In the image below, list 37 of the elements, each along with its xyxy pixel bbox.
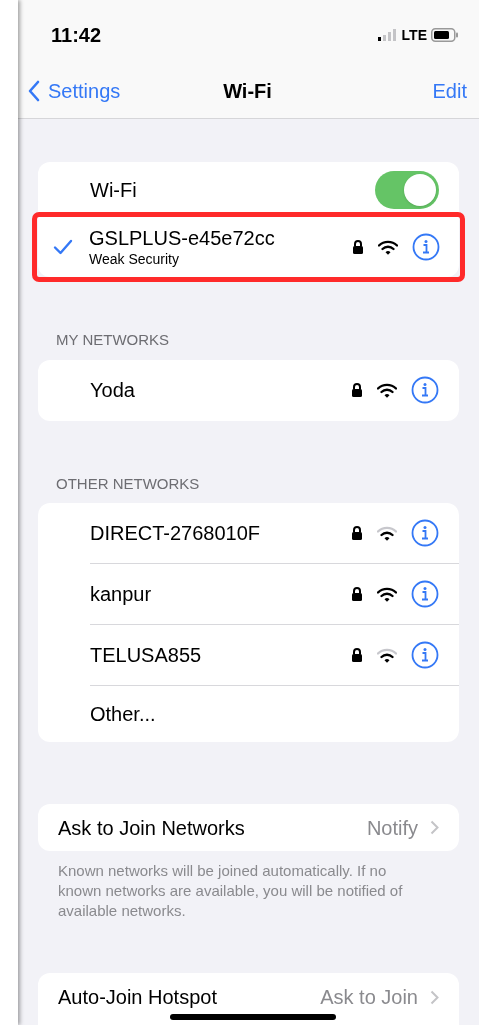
lock-icon: [351, 382, 363, 398]
wifi-toggle[interactable]: [375, 170, 439, 209]
battery-icon: [431, 28, 459, 42]
network-name: GSLPLUS-e45e72cc: [89, 226, 276, 250]
info-icon[interactable]: [412, 233, 440, 261]
status-time: 11:42: [51, 23, 103, 48]
setting-value: Ask to Join: [320, 985, 418, 1011]
info-icon[interactable]: [411, 641, 439, 669]
setting-label[interactable]: Ask to Join Networks: [58, 812, 367, 843]
network-name[interactable]: kanpur: [90, 579, 337, 609]
network-name[interactable]: TELUSA855: [90, 640, 337, 670]
setting-value: Notify: [366, 815, 418, 841]
section-header: MY NETWORKS: [56, 330, 171, 350]
back-chevron-icon: [28, 80, 40, 102]
info-icon[interactable]: [411, 580, 439, 608]
checkmark-icon: [53, 239, 73, 255]
wifi-label: Wi-Fi: [90, 177, 138, 203]
lock-icon: [351, 525, 363, 541]
chevron-icon: [430, 989, 439, 1005]
cellular-signal-icon: [377, 29, 398, 41]
other-network-item[interactable]: Other...: [90, 699, 156, 729]
chevron-icon: [430, 820, 439, 836]
security-warning: Weak Security: [89, 250, 180, 268]
lock-icon: [352, 239, 364, 255]
footnote-text: Known networks will be joined automatically. If no known networks are available, you will be notified of available networks.: [58, 861, 404, 922]
back-button[interactable]: Settings: [28, 76, 168, 106]
carrier-label: LTE: [401, 25, 427, 45]
lock-icon: [351, 647, 363, 663]
edit-button[interactable]: Edit: [327, 76, 467, 106]
setting-label[interactable]: Auto-Join Hotspot: [58, 982, 321, 1013]
connected-network-row[interactable]: GSLPLUS-e45e72cc Weak Security: [37, 217, 460, 277]
network-name[interactable]: DIRECT-2768010F: [90, 518, 337, 548]
info-icon[interactable]: [411, 519, 439, 547]
info-icon[interactable]: [411, 376, 439, 404]
lock-icon: [351, 586, 363, 602]
page-title: Wi-Fi: [222, 79, 273, 104]
section-header: OTHER NETWORKS: [56, 473, 201, 494]
